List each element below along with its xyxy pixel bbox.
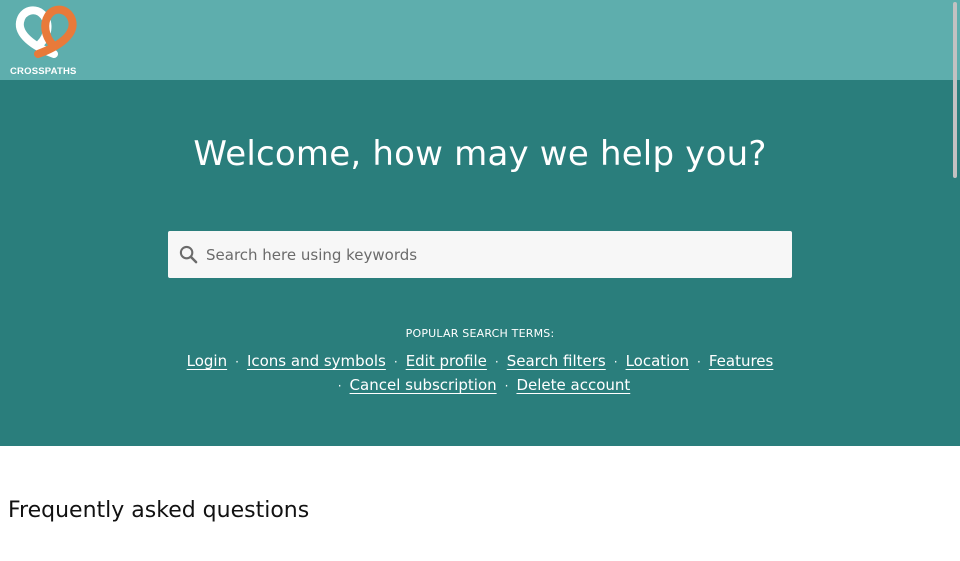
logo-wordmark: CROSSPATHS	[10, 66, 77, 77]
separator-dot: ·	[504, 379, 509, 393]
page-scrollbar[interactable]	[953, 2, 957, 178]
faq-section-title: Frequently asked questions	[8, 498, 310, 523]
site-header: CROSSPATHS	[0, 0, 960, 80]
separator-dot: ·	[235, 355, 239, 369]
separator-dot: ·	[697, 355, 701, 369]
term-link-icons-and-symbols[interactable]: Icons and symbols	[247, 352, 386, 370]
term-link-edit-profile[interactable]: Edit profile	[406, 352, 487, 370]
popular-terms-row-2: · Cancel subscription · Delete account	[0, 376, 960, 394]
term-link-location[interactable]: Location	[626, 352, 689, 370]
search-icon	[179, 245, 198, 264]
term-link-search-filters[interactable]: Search filters	[507, 352, 606, 370]
term-link-cancel-subscription[interactable]: Cancel subscription	[350, 376, 497, 394]
popular-terms-row-1: Login · Icons and symbols · Edit profile · Sea…	[0, 352, 960, 370]
search-input[interactable]	[206, 231, 786, 278]
term-link-login[interactable]: Login	[187, 352, 227, 370]
search-bar[interactable]	[168, 231, 792, 278]
crosspaths-logo[interactable]: CROSSPATHS	[8, 4, 84, 78]
hero-section: Welcome, how may we help you? POPULAR SE…	[0, 80, 960, 446]
hero-title: Welcome, how may we help you?	[193, 134, 767, 174]
term-link-delete-account[interactable]: Delete account	[516, 376, 630, 394]
popular-search-terms-label: POPULAR SEARCH TERMS:	[405, 327, 555, 340]
separator-dot: ·	[613, 355, 618, 369]
crosspaths-logo-icon	[15, 5, 77, 58]
term-link-features[interactable]: Features	[709, 352, 774, 370]
separator-dot: ·	[494, 355, 499, 369]
separator-dot: ·	[337, 379, 342, 393]
separator-dot: ·	[393, 355, 398, 369]
